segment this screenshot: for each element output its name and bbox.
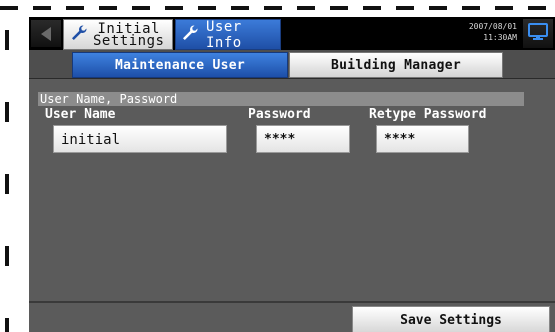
user-name-field[interactable]: initial [53, 125, 227, 153]
settings-panel: User Name, Password User Name Password R… [29, 79, 555, 301]
save-settings-button[interactable]: Save Settings [352, 306, 550, 332]
footer-bar: Save Settings [29, 301, 555, 332]
breadcrumb-user-info[interactable]: User Info [175, 18, 281, 51]
retype-password-field[interactable]: **** [376, 125, 469, 153]
tab-bar: Maintenance User Building Manager [29, 50, 555, 79]
user-name-label: User Name [45, 107, 116, 122]
time-text: 11:30AM [483, 33, 517, 42]
dashed-border-left [5, 0, 9, 332]
monitor-icon [528, 22, 548, 45]
tab-building-manager[interactable]: Building Manager [289, 52, 503, 78]
dashed-border-top [0, 6, 555, 10]
section-header: User Name, Password [38, 92, 524, 106]
wrench-icon [69, 23, 89, 47]
controller-screen: Initial Settings User Info 2007/08/01 11… [29, 17, 555, 332]
breadcrumb-initial-label: Initial Settings [93, 20, 165, 49]
back-button[interactable] [31, 20, 61, 47]
tab-maintenance-user[interactable]: Maintenance User [72, 52, 288, 78]
wrench-icon [180, 23, 200, 47]
breadcrumb-initial-settings[interactable]: Initial Settings [63, 19, 173, 50]
date-time-display: 2007/08/01 11:30AM [469, 21, 517, 43]
left-arrow-icon [40, 26, 52, 42]
date-text: 2007/08/01 [468, 22, 517, 31]
retype-password-label: Retype Password [369, 107, 487, 122]
top-bar: Initial Settings User Info 2007/08/01 11… [29, 17, 555, 51]
breadcrumb-user-info-label: User Info [206, 18, 242, 51]
password-label: Password [248, 107, 311, 122]
password-field[interactable]: **** [256, 125, 350, 153]
monitor-button[interactable] [523, 19, 553, 48]
